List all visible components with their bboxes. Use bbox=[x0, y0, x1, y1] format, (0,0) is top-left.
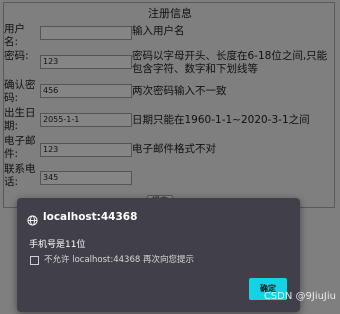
globe-icon bbox=[27, 211, 38, 226]
form-title: 注册信息 bbox=[148, 7, 192, 20]
email-input[interactable]: 123 bbox=[40, 143, 132, 157]
password-label: 密码: bbox=[4, 50, 29, 62]
password-input[interactable]: 123 bbox=[40, 55, 132, 69]
phone-row: 联系电话: 345 bbox=[4, 163, 334, 195]
dialog-message: 手机号是11位 bbox=[29, 240, 86, 250]
username-input[interactable] bbox=[40, 26, 132, 40]
password-message: 密码以字母开头、长度在6-18位之间,只能包含字符、数字和下划线等 bbox=[132, 50, 328, 75]
watermark: CSDN @9JiuJiu bbox=[263, 291, 336, 302]
suppress-dialogs-checkbox[interactable] bbox=[30, 256, 39, 265]
password-row: 密码: 123 密码以字母开头、长度在6-18位之间,只能包含字符、数字和下划线… bbox=[4, 50, 334, 82]
dialog-origin: localhost:44368 bbox=[43, 211, 138, 223]
phone-input[interactable]: 345 bbox=[40, 171, 132, 185]
email-label: 电子邮件: bbox=[4, 135, 36, 160]
page: 注册信息 用户名: 输入用户名 密码: 123 密码以字母开头、长度在6-18位… bbox=[0, 0, 340, 314]
alert-dialog: localhost:44368 手机号是11位 不允许 localhost:44… bbox=[17, 198, 300, 312]
username-message: 输入用户名 bbox=[132, 25, 185, 37]
confirm-password-input[interactable]: 456 bbox=[40, 84, 132, 98]
birth-date-label: 出生日期: bbox=[4, 107, 36, 132]
phone-label: 联系电话: bbox=[4, 163, 36, 188]
confirm-password-label: 确认密码: bbox=[4, 79, 36, 104]
confirm-password-message: 两次密码输入不一致 bbox=[132, 85, 227, 97]
birth-date-message: 日期只能在1960-1-1~2020-3-1之间 bbox=[132, 114, 310, 126]
username-label: 用户名: bbox=[4, 23, 25, 48]
birth-date-input[interactable]: 2055-1-1 bbox=[40, 113, 132, 127]
suppress-dialogs-label[interactable]: 不允许 localhost:44368 再次向您提示 bbox=[44, 255, 194, 266]
email-message: 电子邮件格式不对 bbox=[132, 143, 216, 155]
